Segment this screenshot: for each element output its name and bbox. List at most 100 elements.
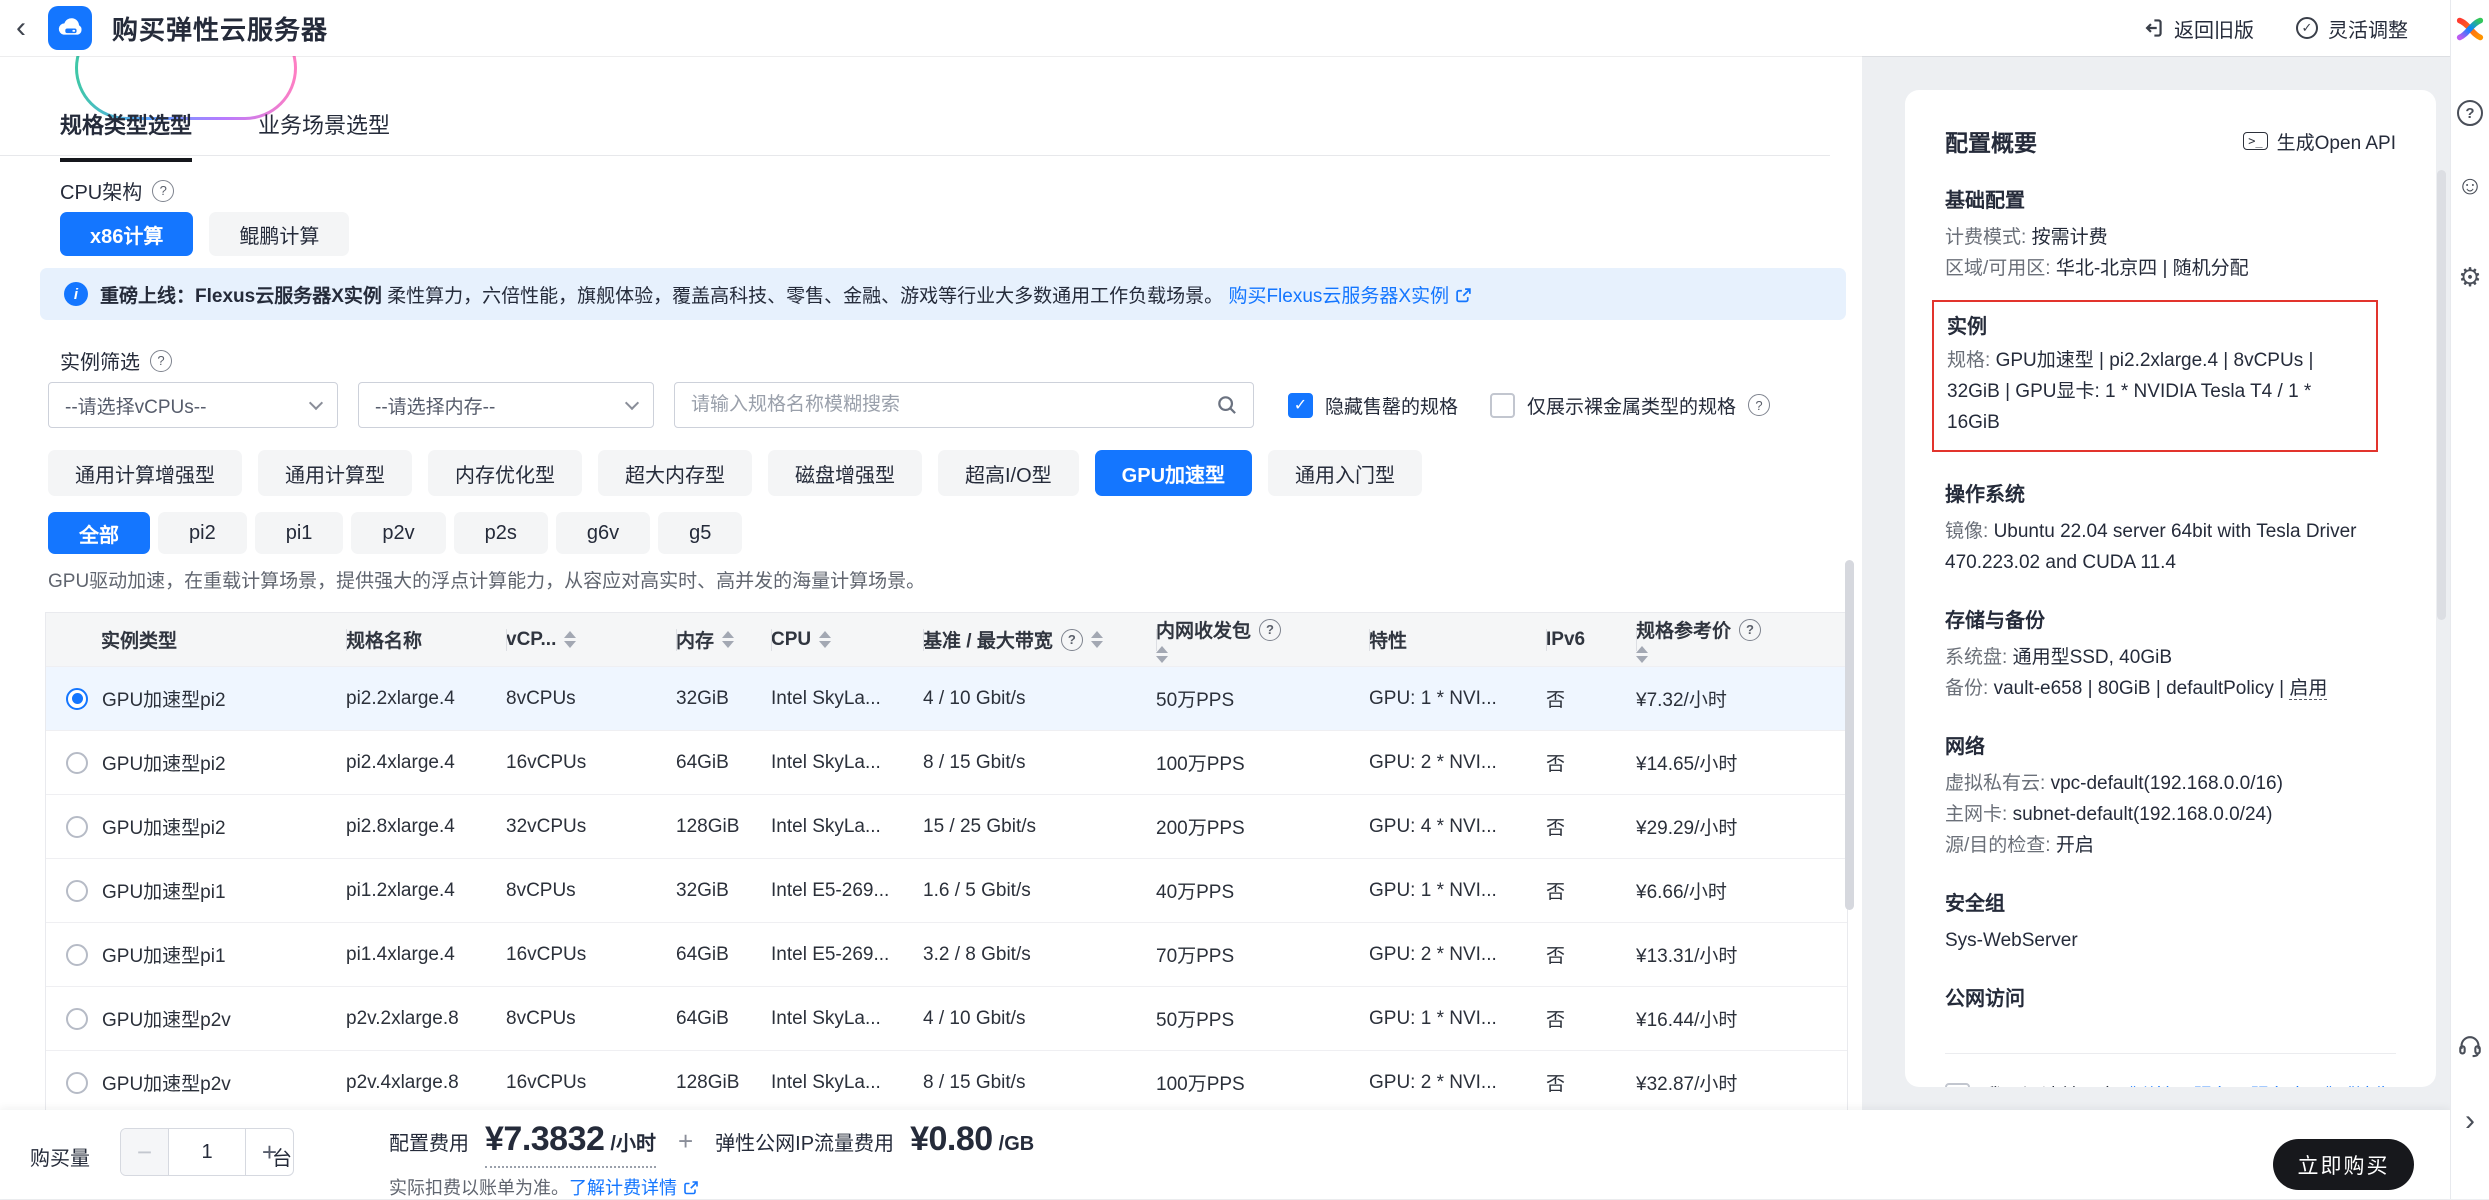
col-feature: 特性 <box>1369 613 1546 666</box>
cell-cpu: Intel SkyLa... <box>771 987 923 1050</box>
category-disk-enhanced[interactable]: 磁盘增强型 <box>768 450 922 496</box>
subtype-g6v[interactable]: g6v <box>556 512 650 554</box>
subtype-all[interactable]: 全部 <box>48 512 150 554</box>
checkbox-checked-icon[interactable]: ✓ <box>1288 393 1313 418</box>
col-spec-name: 规格名称 <box>346 613 506 666</box>
cell-vcpus: 16vCPUs <box>506 923 676 986</box>
generate-openapi-button[interactable]: >_ 生成Open API <box>2243 128 2396 155</box>
table-row[interactable]: GPU加速型pi2 pi2.4xlarge.4 16vCPUs 64GiB In… <box>46 730 1847 794</box>
checkbox-unchecked[interactable] <box>1490 393 1515 418</box>
help-icon[interactable]: ? <box>1748 394 1770 416</box>
radio-unselected[interactable] <box>66 1072 88 1094</box>
radio-unselected[interactable] <box>66 880 88 902</box>
help-icon[interactable]: ? <box>1061 629 1083 651</box>
cell-name: pi1.2xlarge.4 <box>346 859 506 922</box>
radio-unselected[interactable] <box>66 816 88 838</box>
cell-ipv6: 否 <box>1546 987 1636 1050</box>
cpu-arch-options: x86计算 鲲鹏计算 <box>60 212 349 256</box>
arch-kunpeng-button[interactable]: 鲲鹏计算 <box>209 212 349 256</box>
spec-search-input[interactable] <box>674 382 1254 428</box>
instance-spec-label: 规格: <box>1947 350 1996 371</box>
subtype-p2v[interactable]: p2v <box>351 512 445 554</box>
cell-cpu: Intel SkyLa... <box>771 667 923 730</box>
category-large-memory[interactable]: 超大内存型 <box>598 450 752 496</box>
ecs-statement-link[interactable]: 《弹性云服务器服务声明》 <box>2117 1086 2345 1087</box>
billing-details-link[interactable]: 了解计费详情 <box>569 1178 677 1198</box>
radio-unselected[interactable] <box>66 752 88 774</box>
cell-cpu: Intel E5-269... <box>771 859 923 922</box>
help-icon[interactable]: ? <box>1739 619 1761 641</box>
sort-icon[interactable] <box>1091 631 1103 648</box>
category-memory-optimized[interactable]: 内存优化型 <box>428 450 582 496</box>
help-icon[interactable]: ? <box>1259 619 1281 641</box>
table-row[interactable]: GPU加速型pi1 pi1.4xlarge.4 16vCPUs 64GiB In… <box>46 922 1847 986</box>
category-general[interactable]: 通用计算型 <box>258 450 412 496</box>
back-chevron-icon[interactable]: ‹ <box>16 13 26 43</box>
tab-spec-type[interactable]: 规格类型选型 <box>60 108 192 162</box>
sort-icon[interactable] <box>722 631 734 648</box>
brand-logo-icon[interactable] <box>2455 14 2485 44</box>
vcpus-select[interactable]: --请选择vCPUs-- <box>48 382 338 428</box>
filter-row: --请选择vCPUs-- --请选择内存-- ✓ 隐藏售罄的规格 仅展示裸金属类… <box>48 382 1770 428</box>
help-circle-icon[interactable]: ? <box>2457 100 2483 126</box>
table-row[interactable]: GPU加速型pi1 pi1.2xlarge.4 8vCPUs 32GiB Int… <box>46 858 1847 922</box>
sort-icon[interactable] <box>1156 646 1168 663</box>
agreement-checkbox[interactable] <box>1945 1083 1970 1087</box>
chevron-down-icon <box>625 396 639 410</box>
cell-type: GPU加速型pi2 <box>102 813 226 840</box>
summary-scrollbar[interactable] <box>2437 170 2446 620</box>
memory-select[interactable]: --请选择内存-- <box>358 382 654 428</box>
help-icon[interactable]: ? <box>152 180 174 202</box>
os-heading: 操作系统 <box>1945 478 2396 507</box>
radio-unselected[interactable] <box>66 944 88 966</box>
search-icon[interactable] <box>1216 394 1238 416</box>
subtype-p2s[interactable]: p2s <box>454 512 548 554</box>
category-gpu-accelerated[interactable]: GPU加速型 <box>1095 450 1252 496</box>
cpu-arch-label: CPU架构 <box>60 176 142 205</box>
subtype-g5[interactable]: g5 <box>658 512 742 554</box>
banner-bold: 重磅上线：Flexus云服务器X实例 <box>100 286 382 307</box>
config-fee-value: ¥7.3832 <box>485 1120 604 1159</box>
hide-soldout-checkbox[interactable]: ✓ 隐藏售罄的规格 <box>1288 392 1458 419</box>
table-row[interactable]: GPU加速型p2v p2v.4xlarge.8 16vCPUs 128GiB I… <box>46 1050 1847 1110</box>
eip-fee-label: 弹性公网IP流量费用 <box>715 1127 894 1156</box>
radio-selected[interactable] <box>66 688 88 710</box>
cell-feature: GPU: 2 * NVI... <box>1369 923 1546 986</box>
settings-gear-icon[interactable]: ⚙ <box>2458 264 2481 290</box>
category-general-enhanced[interactable]: 通用计算增强型 <box>48 450 242 496</box>
feedback-smiley-icon[interactable]: ☺ <box>2457 172 2484 198</box>
quantity-value[interactable]: 1 <box>169 1129 245 1175</box>
public-access-heading: 公网访问 <box>1945 982 2396 1011</box>
tab-business-scenario[interactable]: 业务场景选型 <box>258 108 390 162</box>
buy-flexus-link[interactable]: 购买Flexus云服务器X实例 <box>1228 286 1449 307</box>
buy-now-button[interactable]: 立即购买 <box>2273 1139 2414 1190</box>
cell-cpu: Intel SkyLa... <box>771 731 923 794</box>
sort-icon[interactable] <box>564 631 576 648</box>
backup-enabled-link[interactable]: 启用 <box>2289 678 2327 700</box>
terminal-icon: >_ <box>2243 132 2267 150</box>
main-scrollbar[interactable] <box>1845 560 1854 910</box>
cell-memory: 128GiB <box>676 1051 771 1110</box>
flexible-adjust-button[interactable]: ✓ 灵活调整 <box>2296 14 2408 43</box>
help-icon[interactable]: ? <box>150 350 172 372</box>
subtype-pi1[interactable]: pi1 <box>255 512 344 554</box>
expand-chevron-icon[interactable]: › <box>2465 1106 2475 1136</box>
category-high-io[interactable]: 超高I/O型 <box>938 450 1079 496</box>
radio-unselected[interactable] <box>66 1008 88 1030</box>
sort-icon[interactable] <box>819 631 831 648</box>
return-old-version-button[interactable]: 返回旧版 <box>2142 14 2254 43</box>
config-fee-group[interactable]: ¥7.3832 /小时 <box>485 1120 656 1168</box>
sort-icon[interactable] <box>1636 646 1648 663</box>
arch-x86-button[interactable]: x86计算 <box>60 212 193 256</box>
table-row[interactable]: GPU加速型pi2 pi2.8xlarge.4 32vCPUs 128GiB I… <box>46 794 1847 858</box>
subtype-pi2[interactable]: pi2 <box>158 512 247 554</box>
category-general-entry[interactable]: 通用入门型 <box>1268 450 1422 496</box>
cell-cpu: Intel SkyLa... <box>771 1051 923 1110</box>
table-row[interactable]: GPU加速型pi2 pi2.2xlarge.4 8vCPUs 32GiB Int… <box>46 666 1847 730</box>
srcdst-value: 开启 <box>2056 835 2094 856</box>
support-headset-icon[interactable] <box>2457 1032 2483 1058</box>
quantity-decrease-button[interactable]: − <box>121 1129 169 1175</box>
table-row[interactable]: GPU加速型p2v p2v.2xlarge.8 8vCPUs 64GiB Int… <box>46 986 1847 1050</box>
instance-highlight-box: 实例 规格: GPU加速型 | pi2.2xlarge.4 | 8vCPUs |… <box>1932 300 2378 452</box>
bare-metal-checkbox[interactable]: 仅展示裸金属类型的规格 ? <box>1490 392 1770 419</box>
